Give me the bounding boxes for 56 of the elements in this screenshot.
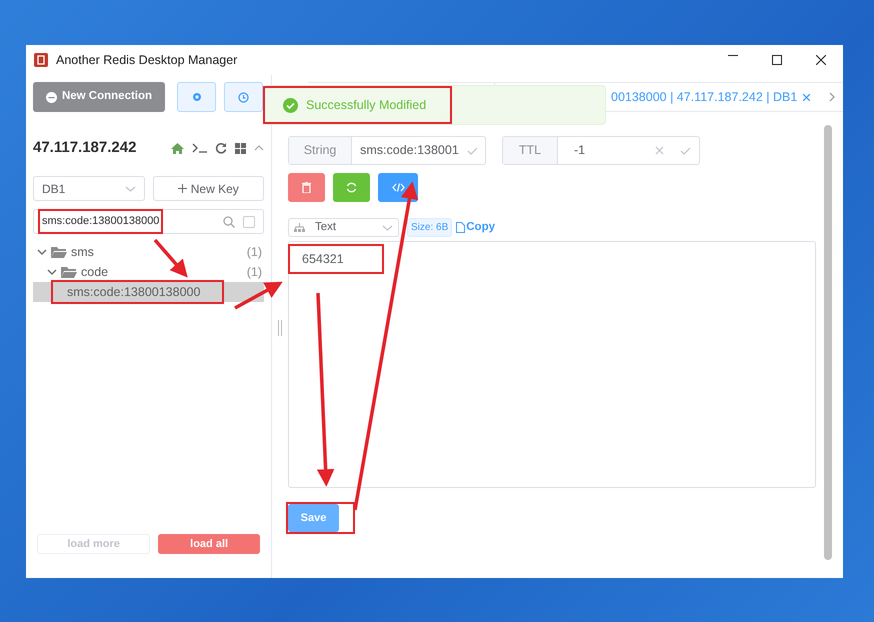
check-circle-icon bbox=[283, 98, 298, 112]
new-key-button[interactable]: New Key bbox=[152, 176, 264, 201]
db-select[interactable]: DB1 bbox=[33, 176, 144, 201]
trash-icon bbox=[302, 182, 311, 193]
size-tag: Size: 6B bbox=[407, 218, 452, 237]
search-icon[interactable] bbox=[223, 216, 235, 228]
caret-icon[interactable] bbox=[37, 248, 47, 256]
splitter-handle-icon[interactable] bbox=[278, 320, 282, 336]
value-textarea[interactable]: 654321 bbox=[288, 241, 816, 488]
minimize-icon[interactable] bbox=[728, 55, 738, 57]
grid-icon[interactable] bbox=[235, 142, 246, 154]
code-icon bbox=[392, 183, 404, 192]
tree-folder[interactable]: sms (1) bbox=[33, 242, 264, 262]
maximize-icon[interactable] bbox=[772, 55, 782, 65]
chevron-up-icon[interactable] bbox=[254, 145, 264, 151]
settings-button[interactable] bbox=[177, 82, 216, 112]
clock-icon bbox=[238, 92, 249, 102]
format-select[interactable]: Text bbox=[288, 218, 399, 237]
document-icon bbox=[456, 222, 466, 233]
folder-icon bbox=[61, 266, 77, 278]
dropdown-caret-icon bbox=[124, 186, 136, 192]
value-text: 654321 bbox=[302, 252, 344, 266]
home-icon[interactable] bbox=[171, 142, 184, 154]
app-logo-icon bbox=[34, 53, 48, 67]
exact-match-checkbox[interactable] bbox=[243, 216, 255, 228]
tree-key[interactable]: sms:code:13800138000 bbox=[33, 282, 264, 302]
key-name-field[interactable]: String sms:code:138001 bbox=[288, 136, 486, 165]
close-icon[interactable] bbox=[816, 55, 826, 65]
refresh-icon bbox=[346, 182, 357, 193]
annotation-arrow bbox=[154, 238, 188, 278]
ttl-field[interactable]: TTL -1 bbox=[502, 136, 700, 165]
check-icon[interactable] bbox=[466, 146, 477, 154]
tree-folder[interactable]: code (1) bbox=[33, 262, 264, 282]
window-title: Another Redis Desktop Manager bbox=[56, 52, 238, 69]
annotation-box bbox=[286, 502, 355, 534]
caret-icon[interactable] bbox=[47, 268, 57, 276]
new-connection-button[interactable]: New Connection bbox=[33, 82, 165, 112]
refresh-icon[interactable] bbox=[215, 142, 227, 154]
refresh-button[interactable] bbox=[333, 173, 370, 202]
toast-message: Successfully Modified bbox=[306, 96, 426, 114]
scrollbar[interactable] bbox=[824, 125, 832, 560]
check-icon[interactable] bbox=[680, 146, 691, 154]
dropdown-caret-icon bbox=[382, 224, 393, 230]
chevron-right-icon[interactable] bbox=[829, 92, 835, 102]
search-field[interactable]: sms:code:13800138000 bbox=[33, 209, 264, 234]
hierarchy-icon bbox=[294, 223, 305, 232]
delete-button[interactable] bbox=[288, 173, 325, 202]
terminal-icon[interactable] bbox=[192, 143, 207, 153]
clear-icon[interactable] bbox=[655, 146, 664, 155]
annotation-arrow bbox=[234, 282, 283, 310]
settings-icon bbox=[192, 92, 202, 102]
plus-icon bbox=[178, 184, 187, 193]
folder-icon bbox=[51, 246, 67, 258]
minus-circle-icon bbox=[46, 92, 57, 102]
history-button[interactable] bbox=[224, 82, 263, 112]
connection-host[interactable]: 47.117.187.242 bbox=[33, 136, 136, 160]
